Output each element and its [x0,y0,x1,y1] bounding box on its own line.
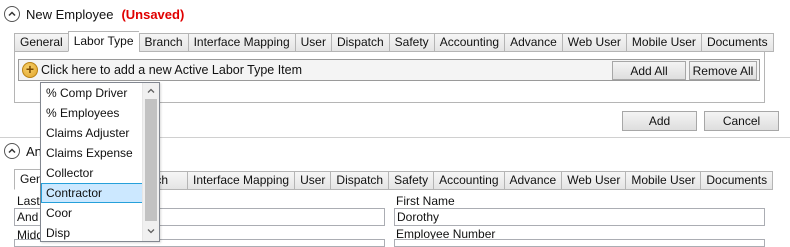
last-name-label: Last [17,194,40,208]
chevron-up-icon [8,148,16,154]
chevron-down-icon[interactable] [146,226,156,236]
dropdown-item[interactable]: % Employees [41,103,143,123]
tab-web-user[interactable]: Web User [561,33,626,52]
last-name-value: And [17,210,39,224]
tab-advance[interactable]: Advance [504,33,562,52]
dropdown-item[interactable]: Coor [41,203,143,223]
panel-title-text: New Employee [26,7,114,22]
tab-documents-2[interactable]: Documents [700,171,774,190]
dropdown-scrollbar[interactable] [142,83,159,241]
dropdown-list: % Comp Driver % Employees Claims Adjuste… [41,83,143,243]
unsaved-badge: (Unsaved) [121,7,185,22]
chevron-up-icon[interactable] [146,86,156,96]
dropdown-item[interactable]: Disp [41,223,143,243]
chevron-up-icon [8,11,16,17]
tab-labor-type[interactable]: Labor Type [67,31,139,52]
panel-title: New Employee (Unsaved) [26,7,184,22]
tab-user[interactable]: User [294,33,331,52]
add-all-button[interactable]: Add All [612,61,686,80]
first-name-value: Dorothy [397,210,440,224]
tab-mobile-user-2[interactable]: Mobile User [625,171,701,190]
add-labor-type-prompt[interactable]: Click here to add a new Active Labor Typ… [41,63,302,77]
first-name-label: First Name [396,194,455,208]
tab-safety-2[interactable]: Safety [388,171,434,190]
tab-strip: General Labor Type Branch Interface Mapp… [14,31,774,52]
remove-all-button[interactable]: Remove All [689,61,757,80]
tab-documents[interactable]: Documents [700,33,774,52]
tab-dispatch[interactable]: Dispatch [330,33,389,52]
tab-accounting-2[interactable]: Accounting [433,171,504,190]
dropdown-item[interactable]: Claims Expense [41,143,143,163]
dropdown-item-selected[interactable]: Contractor [41,183,143,203]
dropdown-item[interactable]: Collector [41,163,143,183]
tab-accounting[interactable]: Accounting [433,33,505,52]
dropdown-item[interactable]: Claims Adjuster [41,123,143,143]
cancel-button[interactable]: Cancel [704,111,779,131]
tab-safety[interactable]: Safety [388,33,434,52]
tab-advance-2[interactable]: Advance [503,171,562,190]
scrollbar-thumb[interactable] [145,99,157,221]
tab-dispatch-2[interactable]: Dispatch [330,171,389,190]
labor-type-dropdown[interactable]: % Comp Driver % Employees Claims Adjuste… [40,82,160,242]
first-name-input[interactable]: Dorothy [394,208,765,226]
employee-number-input[interactable] [394,239,765,247]
tab-mobile-user[interactable]: Mobile User [625,33,701,52]
collapse-button-2[interactable] [4,143,20,159]
tab-web-user-2[interactable]: Web User [561,171,626,190]
tab-general-2[interactable]: Gen [14,169,40,190]
tab-user-2[interactable]: User [294,171,331,190]
plus-icon[interactable]: + [22,62,38,78]
tab-interface-mapping[interactable]: Interface Mapping [187,33,295,52]
add-labor-type-row[interactable]: + Click here to add a new Active Labor T… [18,59,760,81]
add-button[interactable]: Add [622,111,697,131]
tab-general[interactable]: General [14,33,68,52]
tab-branch[interactable]: Branch [138,33,188,52]
dropdown-item[interactable]: % Comp Driver [41,83,143,103]
collapse-button[interactable] [4,6,20,22]
tab-interface-mapping-2[interactable]: Interface Mapping [187,171,295,190]
